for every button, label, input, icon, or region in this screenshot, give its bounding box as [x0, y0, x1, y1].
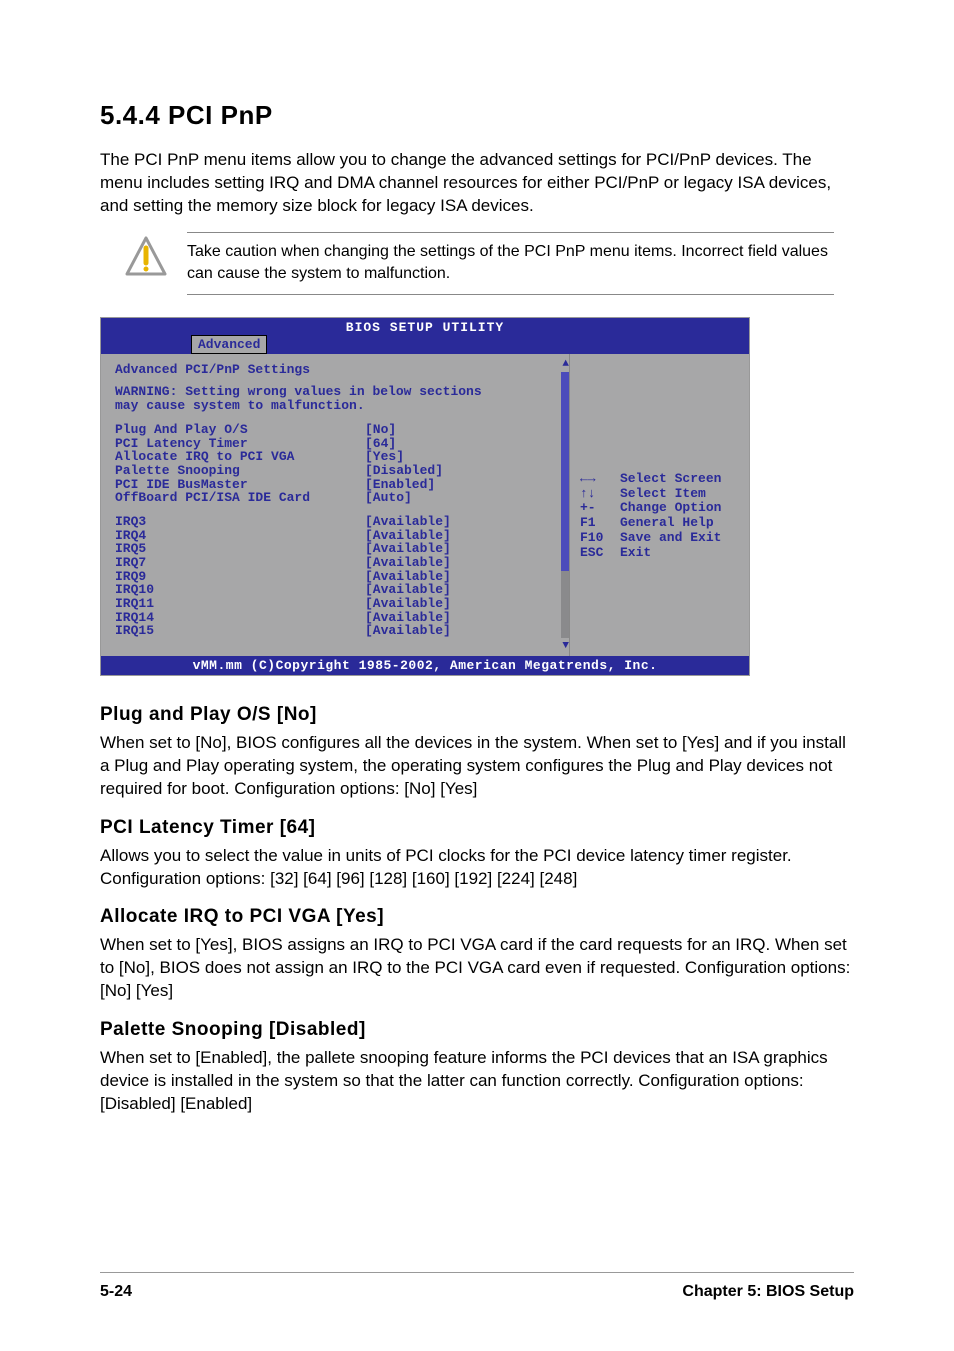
caution-text: Take caution when changing the settings … [187, 241, 834, 286]
sub-body: When set to [Enabled], the pallete snoop… [100, 1047, 854, 1116]
legend-action: Select Screen [620, 472, 739, 487]
bios-row[interactable]: PCI Latency Timer[64] [115, 437, 563, 451]
bios-row[interactable]: IRQ14[Available] [115, 611, 563, 625]
bios-label: Plug And Play O/S [115, 423, 365, 437]
bios-legend: ←→Select Screen ↑↓Select Item +-Change O… [580, 472, 739, 562]
legend-row: F1General Help [580, 516, 739, 531]
bios-value: [Available] [365, 542, 451, 556]
bios-warning: WARNING: Setting wrong values in below s… [115, 385, 563, 414]
bios-label: Allocate IRQ to PCI VGA [115, 450, 365, 464]
scrollbar[interactable] [561, 372, 569, 638]
bios-value: [No] [365, 423, 396, 437]
bios-footer: vMM.mm (C)Copyright 1985-2002, American … [101, 656, 749, 675]
page-number: 5-24 [100, 1283, 132, 1301]
bios-row[interactable]: IRQ11[Available] [115, 597, 563, 611]
bios-value: [Available] [365, 624, 451, 638]
bios-row[interactable]: IRQ10[Available] [115, 583, 563, 597]
bios-row[interactable]: Plug And Play O/S[No] [115, 423, 563, 437]
sub-heading-pci-latency: PCI Latency Timer [64] [100, 817, 854, 839]
bios-row[interactable]: Allocate IRQ to PCI VGA[Yes] [115, 450, 563, 464]
sub-body: Allows you to select the value in units … [100, 845, 854, 891]
bios-row[interactable]: IRQ4[Available] [115, 529, 563, 543]
sub-heading-plug-and-play: Plug and Play O/S [No] [100, 704, 854, 726]
legend-row: F10Save and Exit [580, 531, 739, 546]
bios-value: [64] [365, 437, 396, 451]
bios-label: IRQ14 [115, 611, 365, 625]
sub-heading-palette-snooping: Palette Snooping [Disabled] [100, 1019, 854, 1041]
bios-label: IRQ4 [115, 529, 365, 543]
sub-body: When set to [Yes], BIOS assigns an IRQ t… [100, 934, 854, 1003]
bios-value: [Yes] [365, 450, 404, 464]
legend-key: +- [580, 501, 620, 516]
legend-row: ESCExit [580, 546, 739, 561]
caution-icon [125, 236, 167, 278]
bios-settings-group-1: Plug And Play O/S[No] PCI Latency Timer[… [115, 423, 563, 505]
bios-panel-heading: Advanced PCI/PnP Settings [115, 362, 563, 377]
bios-left-panel: Advanced PCI/PnP Settings WARNING: Setti… [101, 354, 569, 656]
bios-label: IRQ10 [115, 583, 365, 597]
bios-label: IRQ9 [115, 570, 365, 584]
bios-row[interactable]: IRQ15[Available] [115, 624, 563, 638]
bios-value: [Disabled] [365, 464, 443, 478]
legend-row: +-Change Option [580, 501, 739, 516]
legend-key: F1 [580, 516, 620, 531]
bios-warning-line1: WARNING: Setting wrong values in below s… [115, 385, 563, 399]
legend-key: ↑↓ [580, 487, 620, 502]
bios-value: [Auto] [365, 491, 412, 505]
legend-key: ←→ [580, 472, 620, 487]
intro-paragraph: The PCI PnP menu items allow you to chan… [100, 149, 854, 218]
bios-value: [Available] [365, 529, 451, 543]
page-footer: 5-24 Chapter 5: BIOS Setup [100, 1272, 854, 1301]
bios-label: IRQ15 [115, 624, 365, 638]
bios-row[interactable]: IRQ9[Available] [115, 570, 563, 584]
bios-row[interactable]: IRQ5[Available] [115, 542, 563, 556]
chapter-label: Chapter 5: BIOS Setup [682, 1283, 854, 1301]
bios-label: PCI Latency Timer [115, 437, 365, 451]
bios-row[interactable]: PCI IDE BusMaster[Enabled] [115, 478, 563, 492]
scroll-up-icon[interactable]: ▲ [562, 358, 569, 370]
bios-tab-advanced[interactable]: Advanced [191, 335, 267, 354]
sub-body: When set to [No], BIOS configures all th… [100, 732, 854, 801]
bios-tab-row: Advanced [101, 335, 749, 354]
bios-label: Palette Snooping [115, 464, 365, 478]
bios-value: [Available] [365, 556, 451, 570]
scrollbar-thumb[interactable] [561, 372, 569, 572]
sub-heading-allocate-irq: Allocate IRQ to PCI VGA [Yes] [100, 906, 854, 928]
bios-label: PCI IDE BusMaster [115, 478, 365, 492]
legend-action: Select Item [620, 487, 739, 502]
legend-action: Change Option [620, 501, 739, 516]
bios-right-panel: ←→Select Screen ↑↓Select Item +-Change O… [569, 354, 749, 656]
bios-settings-group-2: IRQ3[Available] IRQ4[Available] IRQ5[Ava… [115, 515, 563, 638]
bios-row[interactable]: Palette Snooping[Disabled] [115, 464, 563, 478]
bios-value: [Available] [365, 611, 451, 625]
bios-title: BIOS SETUP UTILITY [101, 318, 749, 335]
bios-row[interactable]: IRQ3[Available] [115, 515, 563, 529]
bios-window: BIOS SETUP UTILITY Advanced Advanced PCI… [100, 317, 750, 676]
legend-action: Save and Exit [620, 531, 739, 546]
bios-value: [Available] [365, 570, 451, 584]
caution-box: Take caution when changing the settings … [125, 232, 854, 295]
legend-action: Exit [620, 546, 739, 561]
bios-value: [Available] [365, 597, 451, 611]
bios-value: [Available] [365, 583, 451, 597]
bios-warning-line2: may cause system to malfunction. [115, 399, 563, 413]
bios-value: [Enabled] [365, 478, 435, 492]
bios-row[interactable]: IRQ7[Available] [115, 556, 563, 570]
legend-key: F10 [580, 531, 620, 546]
bios-value: [Available] [365, 515, 451, 529]
scroll-down-icon[interactable]: ▼ [562, 640, 569, 652]
legend-action: General Help [620, 516, 739, 531]
bios-row[interactable]: OffBoard PCI/ISA IDE Card[Auto] [115, 491, 563, 505]
section-heading: 5.4.4 PCI PnP [100, 100, 854, 131]
bios-label: IRQ11 [115, 597, 365, 611]
bios-label: IRQ7 [115, 556, 365, 570]
legend-key: ESC [580, 546, 620, 561]
legend-row: ←→Select Screen [580, 472, 739, 487]
bios-label: IRQ3 [115, 515, 365, 529]
bios-label: IRQ5 [115, 542, 365, 556]
legend-row: ↑↓Select Item [580, 487, 739, 502]
bios-label: OffBoard PCI/ISA IDE Card [115, 491, 365, 505]
